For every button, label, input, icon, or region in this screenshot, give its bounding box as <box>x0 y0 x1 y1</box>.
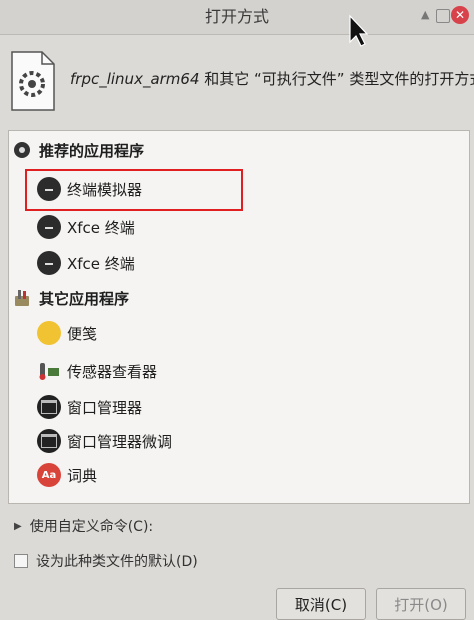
app-item-label: Xfce 终端 <box>67 254 135 273</box>
app-item-label: 传感器查看器 <box>67 362 158 381</box>
sensor-icon <box>37 359 61 383</box>
window-manager-icon <box>37 395 61 419</box>
app-item-xfce-terminal-2[interactable]: Xfce 终端 <box>37 247 135 279</box>
open-button[interactable]: 打开(O) <box>376 588 466 620</box>
dialog-header: frpc_linux_arm64 和其它 “可执行文件” 类型文件的打开方式 <box>0 36 474 126</box>
other-apps-heading: 其它应用程序 <box>11 285 129 311</box>
app-item-label: 便笺 <box>67 324 98 343</box>
app-item-label: 窗口管理器微调 <box>67 432 173 451</box>
description-text: 和其它 “可执行文件” 类型文件的打开方式 <box>199 70 474 88</box>
notes-icon <box>37 321 61 345</box>
expander-arrow-icon: ▶ <box>14 520 22 532</box>
set-default-checkbox[interactable] <box>14 554 28 568</box>
app-item-xfce-terminal[interactable]: Xfce 终端 <box>37 211 135 243</box>
cancel-button[interactable]: 取消(C) <box>276 588 366 620</box>
custom-command-expander[interactable]: ▶ 使用自定义命令(C): <box>14 516 153 536</box>
app-item-window-manager[interactable]: 窗口管理器 <box>37 391 142 423</box>
window-manager-icon <box>37 429 61 453</box>
set-default-checkbox-row[interactable]: 设为此种类文件的默认(D) <box>14 551 198 571</box>
title-bar[interactable]: 打开方式 ▲ ✕ <box>0 0 474 35</box>
file-name: frpc_linux_arm64 <box>70 70 200 88</box>
file-description: frpc_linux_arm64 和其它 “可执行文件” 类型文件的打开方式 <box>70 68 474 89</box>
recommended-apps-heading: 推荐的应用程序 <box>11 137 144 163</box>
custom-command-label: 使用自定义命令(C): <box>29 519 154 535</box>
app-item-label: 词典 <box>67 466 98 485</box>
application-list[interactable]: 推荐的应用程序 终端模拟器 Xfce 终端 Xfce 终端 其它应用程序 便笺 … <box>8 130 470 504</box>
other-heading-label: 其它应用程序 <box>39 289 130 308</box>
app-item-label: Xfce 终端 <box>67 218 135 237</box>
gear-icon <box>11 139 33 161</box>
maximize-button[interactable] <box>436 9 450 23</box>
selection-highlight <box>25 169 243 211</box>
tools-icon <box>11 287 33 309</box>
terminal-icon <box>37 215 61 239</box>
app-item-window-manager-tweaks[interactable]: 窗口管理器微调 <box>37 425 172 457</box>
terminal-icon <box>37 251 61 275</box>
scroll-up-icon[interactable]: ▲ <box>421 6 429 24</box>
dictionary-icon: Aa <box>37 463 61 487</box>
close-button[interactable]: ✕ <box>451 6 469 24</box>
set-default-label: 设为此种类文件的默认(D) <box>36 554 198 570</box>
app-item-dictionary[interactable]: Aa 词典 <box>37 459 97 491</box>
executable-file-icon <box>11 51 55 111</box>
window-title: 打开方式 <box>204 7 269 26</box>
recommended-heading-label: 推荐的应用程序 <box>39 141 145 160</box>
app-item-label: 窗口管理器 <box>67 398 143 417</box>
app-item-sensor-viewer[interactable]: 传感器查看器 <box>37 355 157 387</box>
app-item-notes[interactable]: 便笺 <box>37 317 97 349</box>
